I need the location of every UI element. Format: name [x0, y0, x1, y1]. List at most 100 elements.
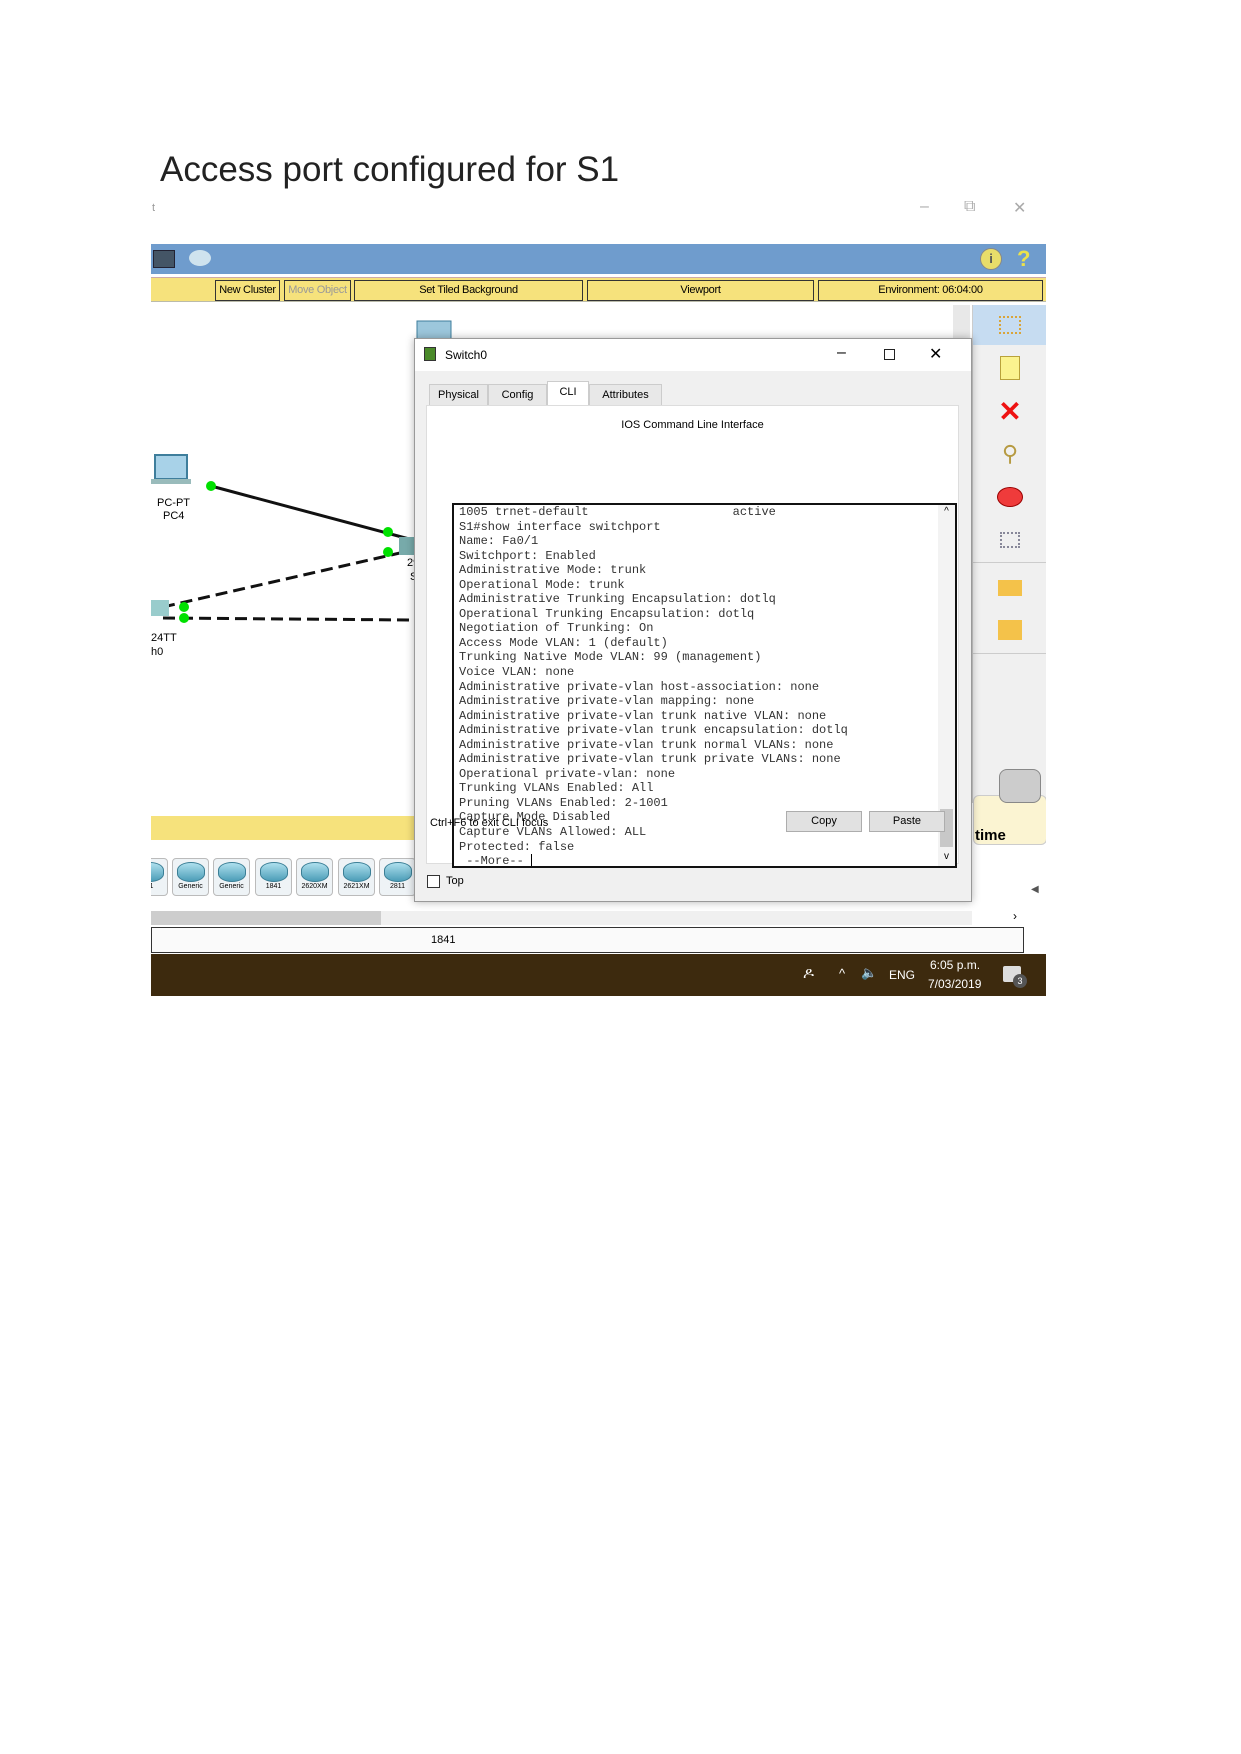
device-item[interactable]: 1841	[255, 858, 292, 896]
dialog-titlebar: Switch0 – ✕	[415, 339, 971, 371]
set-tiled-background-button[interactable]: Set Tiled Background	[354, 280, 583, 301]
info-icon[interactable]: i	[980, 248, 1002, 270]
cli-line: S1#show interface switchport	[459, 519, 661, 534]
cloud-icon[interactable]	[189, 250, 211, 266]
help-icon[interactable]: ?	[1017, 246, 1030, 272]
cli-line: Operational Trunking Encapsulation: dotl…	[459, 606, 755, 621]
device-item[interactable]: 21	[151, 858, 168, 896]
device-item[interactable]: 2621XM	[338, 858, 375, 896]
tab-physical[interactable]: Physical	[429, 384, 488, 405]
pc-keyboard	[151, 479, 191, 484]
link-status-dot	[206, 481, 216, 491]
dialog-maximize-button[interactable]	[884, 349, 895, 360]
cli-line: Switchport: Enabled	[459, 548, 596, 563]
cli-line: Administrative private-vlan trunk normal…	[459, 737, 834, 752]
device-item[interactable]: Generic	[172, 858, 209, 896]
dialog-title: Switch0	[445, 348, 488, 362]
move-object-button[interactable]: Move Object	[284, 280, 351, 301]
link-status-dot	[179, 602, 189, 612]
top-checkbox[interactable]	[427, 875, 440, 888]
paste-button[interactable]: Paste	[869, 811, 945, 832]
simulation-icon[interactable]	[999, 769, 1041, 803]
document-title: Access port configured for S1	[160, 150, 620, 189]
device-item[interactable]: Generic	[213, 858, 250, 896]
window-title-fragment: t	[152, 202, 156, 214]
pc-icon	[154, 454, 188, 480]
add-simple-pdu-icon[interactable]	[973, 568, 1046, 608]
dialog-close-button[interactable]: ✕	[929, 344, 942, 364]
cli-line: Protected: false	[459, 839, 575, 854]
link-status-dot	[179, 613, 189, 623]
speaker-icon[interactable]: 🔈	[861, 965, 877, 981]
switch-name-label: h0	[151, 646, 164, 658]
divider	[973, 653, 1046, 654]
cli-focus-hint: Ctrl+F6 to exit CLI focus	[430, 817, 549, 829]
tab-cli[interactable]: CLI	[547, 381, 589, 405]
link-status-dot	[383, 547, 393, 557]
clock-date[interactable]: 7/03/2019	[928, 977, 981, 991]
viewport-button[interactable]: Viewport	[587, 280, 814, 301]
minimize-button[interactable]: –	[920, 198, 929, 216]
logical-workspace-icon[interactable]	[153, 250, 175, 268]
link-switch-switch-2	[162, 616, 415, 622]
cli-line: Administrative private-vlan trunk encaps…	[459, 723, 848, 738]
cli-panel: IOS Command Line Interface 1005 trnet-de…	[426, 405, 959, 868]
cli-line: Administrative private-vlan trunk privat…	[459, 752, 841, 767]
cli-line: Administrative Trunking Encapsulation: d…	[459, 592, 776, 607]
right-toolbar: ✕ ⚲ time	[972, 305, 1046, 845]
scrollbar-thumb[interactable]	[151, 911, 381, 925]
device-item[interactable]: 2811	[379, 858, 416, 896]
close-button[interactable]: ✕	[1013, 198, 1026, 218]
collapse-left-icon[interactable]: ◀	[1031, 884, 1039, 895]
status-bar: 1841	[151, 927, 1024, 953]
cli-line: Operational Mode: trunk	[459, 577, 625, 592]
new-cluster-button[interactable]: New Cluster	[215, 280, 280, 301]
switch-label: 24TT	[151, 632, 177, 644]
dialog-minimize-button[interactable]: –	[837, 344, 846, 362]
clock-time[interactable]: 6:05 p.m.	[930, 958, 980, 972]
cli-line: Administrative private-vlan host-associa…	[459, 679, 820, 694]
note-icon[interactable]	[973, 348, 1046, 388]
pc-model-label: PC-PT	[157, 497, 190, 509]
selected-device-label: 1841	[431, 934, 456, 946]
vertical-scrollbar[interactable]	[953, 305, 970, 339]
scroll-right-icon[interactable]: ›	[1013, 909, 1017, 923]
device-category-bar	[151, 816, 421, 840]
link-pc4-switch	[210, 484, 414, 542]
copy-button[interactable]: Copy	[786, 811, 862, 832]
divider	[973, 562, 1046, 563]
cli-line: Negotiation of Trunking: On	[459, 621, 654, 636]
add-complex-pdu-icon[interactable]	[973, 610, 1046, 650]
notification-count: 3	[1013, 974, 1027, 988]
link-switch-switch-1	[162, 548, 414, 609]
cli-line: Administrative private-vlan mapping: non…	[459, 694, 755, 709]
language-indicator[interactable]: ENG	[889, 968, 915, 982]
environment-button[interactable]: Environment: 06:04:00	[818, 280, 1043, 301]
delete-icon[interactable]: ✕	[973, 391, 1046, 431]
switch-app-icon	[424, 347, 436, 361]
cli-line: Trunking Native Mode VLAN: 99 (managemen…	[459, 650, 762, 665]
device-item[interactable]: 2620XM	[296, 858, 333, 896]
cli-line: Voice VLAN: none	[459, 665, 575, 680]
workspace-toolbar: New Cluster Move Object Set Tiled Backgr…	[151, 277, 1046, 302]
cli-line: Name: Fa0/1	[459, 534, 539, 549]
cli-line: Administrative Mode: trunk	[459, 563, 647, 578]
cli-line: Access Mode VLAN: 1 (default)	[459, 635, 668, 650]
resize-icon[interactable]	[973, 520, 1046, 560]
top-bar: i ?	[151, 244, 1046, 274]
draw-ellipse-icon[interactable]	[973, 477, 1046, 517]
tab-config[interactable]: Config	[488, 384, 547, 405]
show-hidden-icons-icon[interactable]: ^	[839, 966, 845, 981]
switch-icon	[151, 600, 169, 616]
taskbar: ዶ ^ 🔈 ENG 6:05 p.m. 7/03/2019 3	[151, 954, 1046, 996]
cli-line: Operational private-vlan: none	[459, 766, 676, 781]
tab-attributes[interactable]: Attributes	[589, 384, 662, 405]
switch0-dialog: Switch0 – ✕ Physical Config CLI Attribut…	[414, 338, 972, 902]
select-icon[interactable]	[973, 305, 1046, 345]
inspect-icon[interactable]: ⚲	[973, 434, 1046, 474]
top-label: Top	[446, 875, 464, 887]
cli-line: --More--	[459, 854, 533, 868]
people-icon[interactable]: ዶ	[803, 965, 814, 982]
link-status-dot	[383, 527, 393, 537]
restore-button[interactable]: ⧉	[964, 198, 975, 216]
